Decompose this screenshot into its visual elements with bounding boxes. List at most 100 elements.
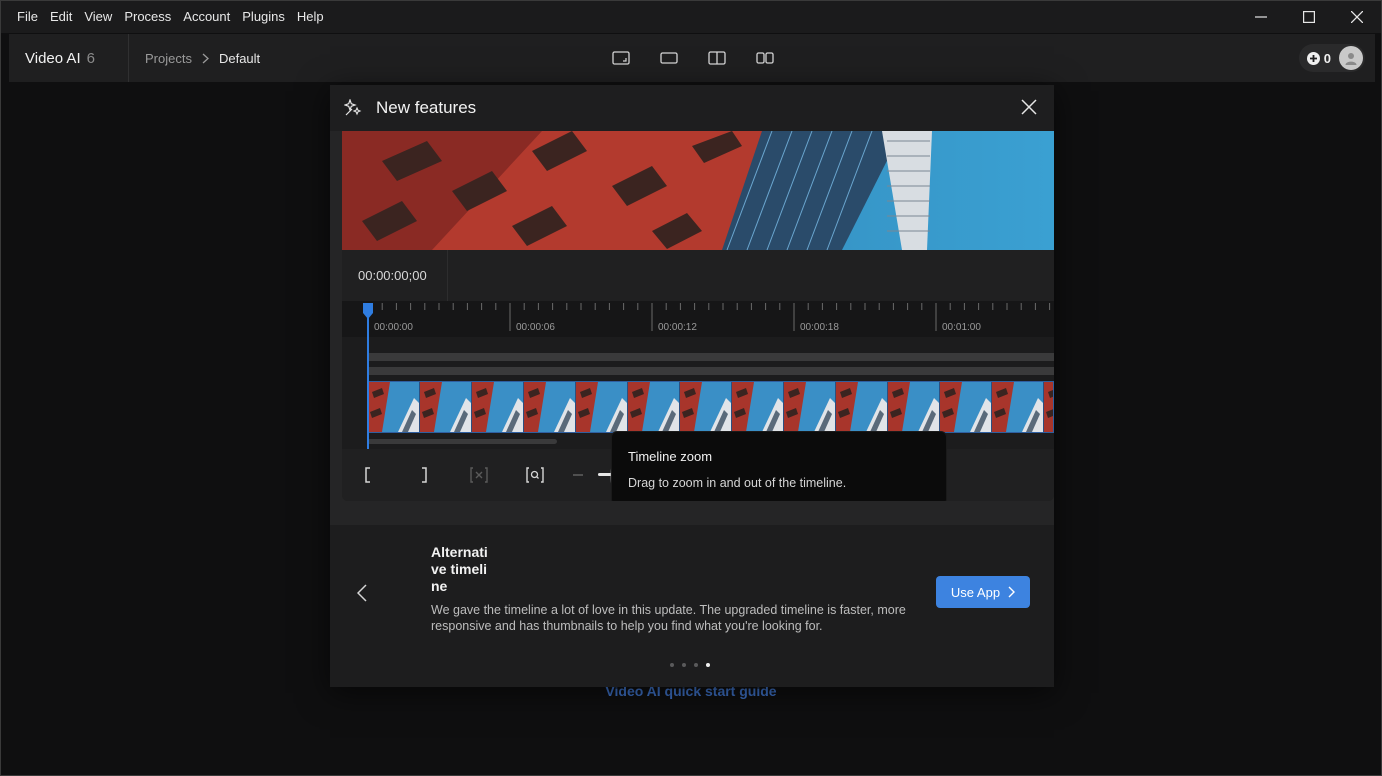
ruler-label: 00:00:12 bbox=[658, 322, 697, 333]
app-title: Video AI 6 bbox=[9, 34, 129, 82]
close-icon bbox=[1021, 99, 1037, 115]
view-side-by-side-icon bbox=[756, 52, 774, 64]
dialog-header: New features bbox=[330, 85, 1054, 131]
view-mode-group bbox=[609, 46, 777, 70]
thumbnail-frame bbox=[420, 382, 472, 432]
tooltip-body: Drag to zoom in and out of the timeline. bbox=[628, 476, 847, 490]
bracket-left-icon bbox=[365, 467, 370, 483]
video-frame-image bbox=[342, 131, 1054, 250]
video-thumbnail-track[interactable] bbox=[367, 381, 1054, 433]
ruler-label: 00:01:00 bbox=[942, 322, 981, 333]
app-window: File Edit View Process Account Plugins H… bbox=[0, 0, 1382, 776]
menu-edit[interactable]: Edit bbox=[44, 1, 78, 33]
menu-process[interactable]: Process bbox=[118, 1, 177, 33]
minimize-button[interactable] bbox=[1237, 1, 1285, 33]
menu-bar: File Edit View Process Account Plugins H… bbox=[1, 1, 1381, 33]
app-header: Video AI 6 Projects Default 0 bbox=[9, 34, 1375, 82]
feature-description: We gave the timeline a lot of love in th… bbox=[431, 603, 906, 633]
thumbnail-frame bbox=[784, 382, 836, 432]
maximize-icon bbox=[1303, 11, 1315, 23]
view-mode-single-button[interactable] bbox=[609, 46, 633, 70]
pagination-dot[interactable] bbox=[682, 663, 686, 667]
view-mode-fit-button[interactable] bbox=[657, 46, 681, 70]
bracket-right-icon bbox=[422, 467, 427, 483]
thumbnail-frame bbox=[680, 382, 732, 432]
chevron-left-icon bbox=[357, 584, 367, 602]
feature-info-panel: Alternative timeline We gave the timelin… bbox=[330, 525, 1054, 687]
avatar[interactable] bbox=[1339, 46, 1363, 70]
pagination-dots bbox=[670, 663, 710, 667]
timecode-display: 00:00:00;00 bbox=[358, 268, 427, 283]
menu-items: File Edit View Process Account Plugins H… bbox=[1, 1, 330, 33]
timeline-zoom-tooltip: Timeline zoom Drag to zoom in and out of… bbox=[611, 431, 947, 501]
thumbnail-frame bbox=[628, 382, 680, 432]
thumbnail-frame bbox=[732, 382, 784, 432]
menu-plugins[interactable]: Plugins bbox=[236, 1, 291, 33]
view-fit-icon bbox=[660, 52, 678, 64]
sparkles-icon bbox=[344, 99, 362, 117]
menu-account[interactable]: Account bbox=[177, 1, 236, 33]
previous-feature-button[interactable] bbox=[352, 581, 372, 605]
view-single-icon bbox=[612, 51, 630, 65]
chevron-right-icon bbox=[1008, 586, 1016, 598]
dialog-title: New features bbox=[376, 98, 477, 117]
zoom-fit-icon bbox=[526, 467, 544, 483]
close-icon bbox=[1351, 11, 1363, 23]
zoom-out-button[interactable] bbox=[570, 463, 586, 487]
set-in-point-button[interactable] bbox=[356, 463, 380, 487]
minus-icon bbox=[573, 474, 583, 476]
menu-view[interactable]: View bbox=[78, 1, 118, 33]
divider bbox=[447, 250, 448, 301]
timeline-scrollbar[interactable] bbox=[367, 439, 557, 444]
zoom-to-fit-button[interactable] bbox=[523, 463, 547, 487]
user-icon bbox=[1345, 52, 1357, 65]
credits-value: 0 bbox=[1323, 50, 1331, 66]
ruler-label: 00:00:00 bbox=[374, 322, 413, 333]
account-area: 0 bbox=[1298, 44, 1365, 72]
clear-range-icon bbox=[470, 467, 488, 483]
minimize-icon bbox=[1255, 16, 1267, 18]
playhead-handle[interactable] bbox=[362, 302, 374, 320]
close-window-button[interactable] bbox=[1333, 1, 1381, 33]
window-controls bbox=[1237, 1, 1381, 33]
thumbnail-frame bbox=[992, 382, 1044, 432]
audio-track bbox=[367, 353, 1054, 361]
thumbnail-frame bbox=[1044, 382, 1053, 432]
view-mode-split-button[interactable] bbox=[705, 46, 729, 70]
breadcrumb: Projects Default bbox=[145, 51, 260, 66]
menu-file[interactable]: File bbox=[11, 1, 44, 33]
feature-preview: 00:00:00;00 00:00:00 00:00:06 00:00:12 0… bbox=[342, 131, 1054, 501]
timeline-ruler[interactable]: 00:00:00 00:00:06 00:00:12 00:00:18 00:0… bbox=[342, 301, 1054, 337]
use-app-label: Use App bbox=[950, 584, 1001, 600]
new-features-dialog: New features 00:00:00;00 00:00:00 00:00:… bbox=[330, 85, 1054, 687]
thumbnail-frame bbox=[836, 382, 888, 432]
app-version: 6 bbox=[86, 49, 95, 67]
credits-counter[interactable]: 0 bbox=[1306, 50, 1331, 66]
app-name: Video AI bbox=[25, 49, 81, 67]
clear-range-button[interactable] bbox=[467, 463, 491, 487]
ruler-label: 00:00:06 bbox=[516, 322, 555, 333]
pagination-dot[interactable] bbox=[706, 663, 710, 667]
thumbnail-frame bbox=[888, 382, 940, 432]
set-out-point-button[interactable] bbox=[412, 463, 436, 487]
pagination-dot[interactable] bbox=[694, 663, 698, 667]
pagination-dot[interactable] bbox=[670, 663, 674, 667]
view-split-icon bbox=[708, 51, 726, 65]
breadcrumb-current[interactable]: Default bbox=[219, 51, 260, 66]
feature-title: Alternative timeline bbox=[431, 544, 488, 594]
thumbnail-frame bbox=[472, 382, 524, 432]
breadcrumb-projects[interactable]: Projects bbox=[145, 51, 192, 66]
menu-help[interactable]: Help bbox=[291, 1, 330, 33]
dialog-close-button[interactable] bbox=[1018, 96, 1040, 118]
chevron-right-icon bbox=[202, 53, 209, 64]
thumbnail-frame bbox=[524, 382, 576, 432]
audio-track bbox=[367, 367, 1054, 375]
thumbnail-frame bbox=[368, 382, 420, 432]
thumbnail-frame bbox=[940, 382, 992, 432]
thumbnail-frame bbox=[576, 382, 628, 432]
ruler-label: 00:00:18 bbox=[800, 322, 839, 333]
tooltip-title: Timeline zoom bbox=[628, 449, 713, 464]
view-mode-side-by-side-button[interactable] bbox=[753, 46, 777, 70]
use-app-button[interactable]: Use App bbox=[936, 576, 1030, 608]
maximize-button[interactable] bbox=[1285, 1, 1333, 33]
